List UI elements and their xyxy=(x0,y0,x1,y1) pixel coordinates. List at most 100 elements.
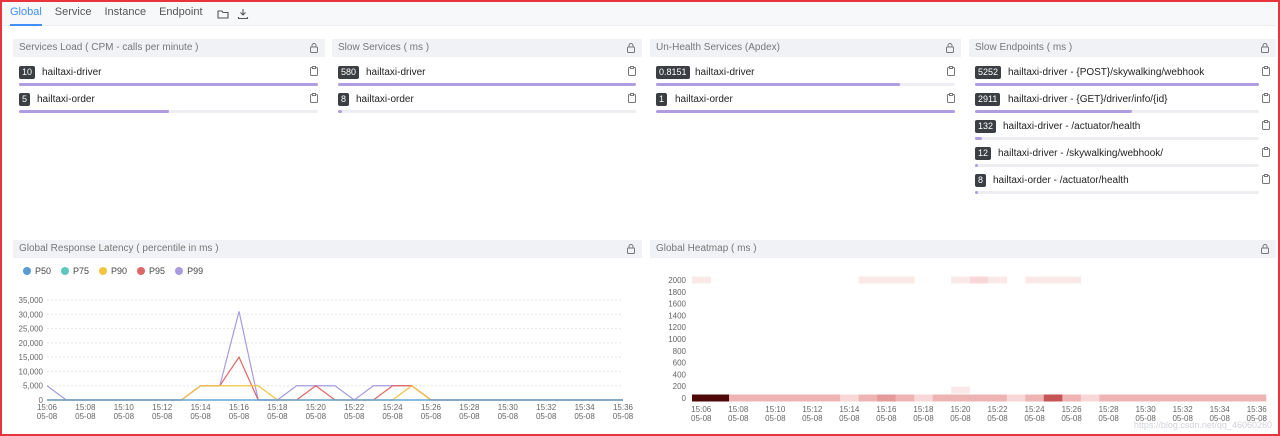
x-tick-label: 15:26 xyxy=(421,403,442,412)
list-item[interactable]: 580 hailtaxi-driver xyxy=(338,66,636,92)
clipboard-icon[interactable] xyxy=(628,66,636,76)
y-tick-label: 600 xyxy=(673,359,687,368)
lock-icon[interactable] xyxy=(1261,244,1269,254)
y-tick-label: 35,000 xyxy=(19,296,44,305)
y-tick-label: 0 xyxy=(682,394,687,403)
progress-fill xyxy=(338,83,636,86)
latency-line-chart[interactable]: 05,00010,00015,00020,00025,00030,00035,0… xyxy=(13,290,642,430)
heatmap-cell xyxy=(766,394,785,402)
lock-icon[interactable] xyxy=(627,244,635,254)
list-item[interactable]: 5 hailtaxi-order xyxy=(19,93,318,119)
endpoint-name: hailtaxi-order - /actuator/health xyxy=(993,175,1129,186)
y-tick-label: 2000 xyxy=(668,276,686,285)
y-tick-label: 1200 xyxy=(668,323,686,332)
x-tick-date: 05-08 xyxy=(876,414,897,423)
heatmap-cell xyxy=(858,276,878,284)
x-tick-label: 15:10 xyxy=(765,405,786,414)
service-name: hailtaxi-order xyxy=(37,94,95,105)
panel-title: Global Response Latency ( percentile in … xyxy=(13,240,642,258)
x-tick-label: 15:18 xyxy=(267,403,288,412)
legend-dot xyxy=(61,267,70,275)
progress-bar xyxy=(19,110,318,113)
x-tick-label: 15:24 xyxy=(383,403,404,412)
list-item[interactable]: 12 hailtaxi-driver - /skywalking/webhook… xyxy=(975,147,1270,173)
legend-item[interactable]: P75 xyxy=(61,266,89,276)
x-tick-label: 15:06 xyxy=(691,405,712,414)
value-badge: 5 xyxy=(19,93,31,106)
heatmap-cell xyxy=(1136,394,1156,402)
panel-title: Un-Health Services (Apdex) xyxy=(650,39,961,57)
lock-icon[interactable] xyxy=(1261,43,1269,53)
panel-title: Slow Services ( ms ) xyxy=(332,39,642,57)
progress-fill xyxy=(656,110,955,113)
heatmap-cell xyxy=(1043,276,1063,284)
x-tick-date: 05-08 xyxy=(37,412,58,421)
list-item[interactable]: 8 hailtaxi-order xyxy=(338,93,636,119)
list-item[interactable]: 10 hailtaxi-driver xyxy=(19,66,318,92)
heatmap-cell xyxy=(895,276,915,284)
clipboard-icon[interactable] xyxy=(310,66,318,76)
tab-global[interactable]: Global xyxy=(10,2,42,26)
endpoint-name: hailtaxi-driver - /actuator/health xyxy=(1003,121,1141,132)
legend-item[interactable]: P99 xyxy=(175,266,203,276)
heatmap-cell xyxy=(1210,394,1230,402)
service-name: hailtaxi-driver xyxy=(695,67,755,78)
heatmap-cell xyxy=(692,276,711,284)
clipboard-icon[interactable] xyxy=(1262,93,1270,103)
series-line-p99 xyxy=(46,311,623,401)
list-item[interactable]: 1 hailtaxi-order xyxy=(656,93,955,119)
x-tick-label: 15:14 xyxy=(839,405,860,414)
clipboard-icon[interactable] xyxy=(1262,66,1270,76)
value-badge: 1 xyxy=(656,93,668,106)
x-tick-label: 15:08 xyxy=(728,405,749,414)
x-tick-label: 15:10 xyxy=(114,403,135,412)
clipboard-icon[interactable] xyxy=(1262,147,1270,157)
list-item[interactable]: 8 hailtaxi-order - /actuator/health xyxy=(975,174,1270,200)
list-item[interactable]: 2911 hailtaxi-driver - {GET}/driver/info… xyxy=(975,93,1270,119)
clipboard-icon[interactable] xyxy=(1262,174,1270,184)
x-tick-date: 05-08 xyxy=(950,414,971,423)
lock-icon[interactable] xyxy=(310,43,318,53)
heatmap-chart[interactable]: 0 200 400 600 800 1000 1200 1400 1600 1800 2000 15:… xyxy=(650,270,1276,430)
legend-dot xyxy=(137,267,146,275)
heatmap-cell xyxy=(932,394,952,402)
x-tick-label: 15:26 xyxy=(1062,405,1083,414)
heatmap-cell xyxy=(914,394,934,402)
x-tick-date: 05-08 xyxy=(498,412,519,421)
heatmap-cell xyxy=(988,276,1008,284)
progress-fill xyxy=(975,83,1259,86)
legend-item[interactable]: P95 xyxy=(137,266,165,276)
legend-item[interactable]: P90 xyxy=(99,266,127,276)
list-item[interactable]: 0.8151 hailtaxi-driver xyxy=(656,66,955,92)
legend-dot xyxy=(175,267,184,275)
x-tick-label: 15:36 xyxy=(1247,405,1268,414)
value-badge: 12 xyxy=(975,147,992,160)
clipboard-icon[interactable] xyxy=(1262,120,1270,130)
tab-instance[interactable]: Instance xyxy=(104,2,146,26)
progress-fill xyxy=(975,110,1133,113)
x-tick-date: 05-08 xyxy=(1024,414,1045,423)
endpoint-name: hailtaxi-driver - {GET}/driver/info/{id} xyxy=(1008,94,1168,105)
lock-icon[interactable] xyxy=(946,43,954,53)
clipboard-icon[interactable] xyxy=(628,93,636,103)
heatmap-cell xyxy=(1062,394,1082,402)
lock-icon[interactable] xyxy=(627,43,635,53)
x-tick-label: 15:30 xyxy=(498,403,519,412)
tab-service[interactable]: Service xyxy=(55,2,92,26)
tab-endpoint[interactable]: Endpoint xyxy=(159,2,202,26)
legend-item[interactable]: P50 xyxy=(23,266,51,276)
panel-slow-services: Slow Services ( ms ) 580 hailtaxi-driver… xyxy=(332,39,642,199)
list-item[interactable]: 132 hailtaxi-driver - /actuator/health xyxy=(975,120,1270,146)
x-tick-date: 05-08 xyxy=(536,412,557,421)
heatmap-cell xyxy=(877,394,896,402)
x-tick-date: 05-08 xyxy=(306,412,327,421)
folder-icon[interactable] xyxy=(216,7,230,21)
heatmap-cell xyxy=(1006,394,1026,402)
list-item[interactable]: 5252 hailtaxi-driver - {POST}/skywalking… xyxy=(975,66,1270,92)
heatmap-cell xyxy=(1080,394,1100,402)
clipboard-icon[interactable] xyxy=(947,66,955,76)
progress-fill xyxy=(975,137,983,140)
clipboard-icon[interactable] xyxy=(310,93,318,103)
clipboard-icon[interactable] xyxy=(947,93,955,103)
download-icon[interactable] xyxy=(236,7,250,21)
